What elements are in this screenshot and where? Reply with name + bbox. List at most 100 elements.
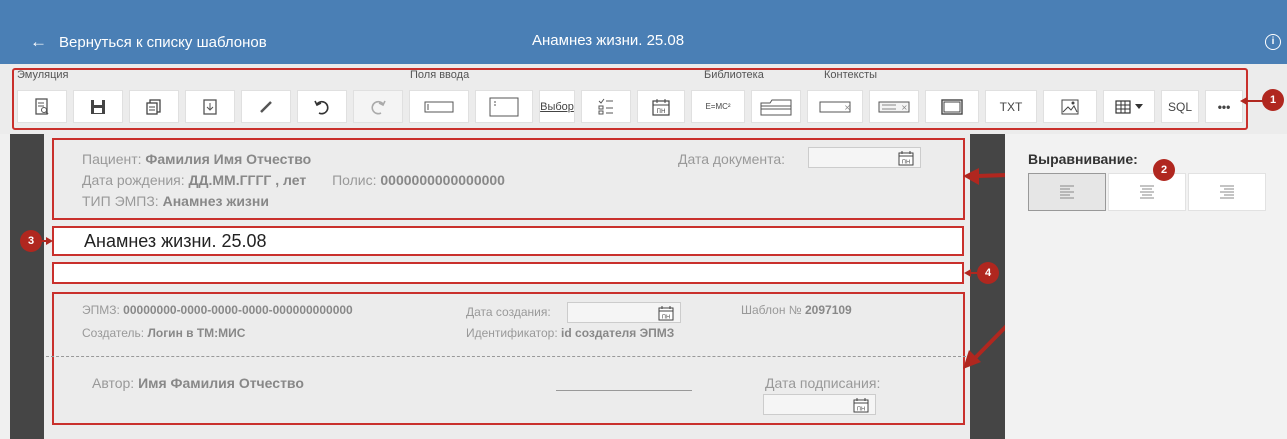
template-value: 2097109 [805,303,852,317]
context-field-icon: × [819,101,851,112]
template-number-line: Шаблон № 2097109 [741,303,852,317]
table-button[interactable] [1103,90,1155,123]
txt-button[interactable]: TXT [985,90,1037,123]
info-icon[interactable]: i [1265,34,1281,50]
align-right-button[interactable] [1188,173,1266,211]
textarea-icon [489,97,519,116]
group-label-contexts: Контексты [824,69,878,81]
select-field-button[interactable]: Выбор [539,90,575,123]
type-value: Анамнез жизни [162,193,269,209]
creator-value: Логин в ТМ:МИС [147,326,246,340]
align-right-icon [1220,185,1234,199]
text-field-button[interactable] [409,90,469,123]
policy-value: 0000000000000000 [380,172,505,188]
document-subtitle-input[interactable] [52,262,964,284]
created-date-field[interactable]: ПН [567,302,681,323]
group-label-library: Библиотека [704,69,764,81]
align-center-button[interactable] [1108,173,1186,211]
doc-date-field[interactable]: ПН [808,147,921,168]
back-to-templates-link[interactable]: ← Вернуться к списку шаблонов [30,32,267,52]
svg-text:ПН: ПН [656,108,665,115]
callout-marker-2: 2 [1153,159,1175,181]
document-download-icon [203,98,217,115]
app-header: ← Вернуться к списку шаблонов Анамнез жи… [0,0,1287,64]
patient-label: Пациент: [82,151,142,167]
doc-date-label: Дата документа: [678,151,786,167]
identifier-label: Идентификатор: [466,326,558,340]
author-value: Имя Фамилия Отчество [138,375,304,391]
type-line: ТИП ЭМПЗ: Анамнез жизни [82,193,269,209]
edit-button[interactable] [241,90,291,123]
patient-value: Фамилия Имя Отчество [145,151,312,167]
patient-line: Пациент: Фамилия Имя Отчество [82,151,311,167]
document-title-input[interactable]: Анамнез жизни. 25.08 [52,226,964,256]
svg-text:ПН: ПН [857,407,865,413]
copy-button[interactable] [129,90,179,123]
group-label-input-fields: Поля ввода [410,69,470,81]
birth-value: ДД.ММ.ГГГГ , лет [188,172,307,188]
checklist-button[interactable] [581,90,631,123]
creator-label: Создатель: [82,326,145,340]
save-button[interactable] [73,90,123,123]
calendar-icon: ПН [658,306,674,321]
alignment-label: Выравнивание: [1028,151,1138,167]
more-options-button[interactable]: ••• [1205,90,1243,123]
undo-button[interactable] [297,90,347,123]
callout-marker-1: 1 [1262,89,1284,111]
align-left-icon [1060,185,1074,199]
left-gutter [0,134,10,439]
template-label: Шаблон № [741,303,802,317]
empz-line: ЭПМЗ: 00000000-0000-0000-0000-0000000000… [82,303,353,317]
back-label: Вернуться к списку шаблонов [59,33,267,51]
type-label: ТИП ЭМПЗ: [82,193,159,209]
author-label: Автор: [92,375,135,391]
svg-text:ПН: ПН [902,160,910,166]
table-icon [1115,99,1131,114]
align-left-button[interactable] [1028,173,1106,211]
identifier-line: Идентификатор: id создателя ЭПМЗ [466,326,674,340]
document-search-icon [35,97,49,115]
policy-label: Полис: [332,172,377,188]
identifier-value: id создателя ЭПМЗ [561,326,675,340]
calendar-icon: ПН [853,398,869,413]
export-button[interactable] [185,90,235,123]
footer-divider [46,356,966,357]
sign-date-label: Дата подписания: [765,375,881,391]
formula-button[interactable]: E=MC² [691,90,745,123]
empz-value: 00000000-0000-0000-0000-000000000000 [123,303,353,317]
sign-date-field[interactable]: ПН [763,394,876,415]
signature-line [556,390,692,391]
copy-icon [146,98,161,115]
empz-label: ЭПМЗ: [82,303,120,317]
frame-block-button[interactable] [925,90,979,123]
toolbar: Эмуляция Поля ввода Библиотека Контексты… [0,64,1287,134]
date-field-button[interactable]: ПН [637,90,685,123]
image-button[interactable] [1043,90,1097,123]
redo-button[interactable] [353,90,403,123]
context-field-button[interactable]: × [807,90,863,123]
page-title: Анамнез жизни. 25.08 [532,32,685,49]
image-icon [1061,99,1079,114]
emulate-preview-button[interactable] [17,90,67,123]
align-center-icon [1140,185,1154,199]
sql-button[interactable]: SQL [1161,90,1199,123]
caret-down-icon [1135,103,1143,109]
svg-text:ПН: ПН [662,315,670,321]
author-line: Автор: Имя Фамилия Отчество [92,375,304,391]
created-date-label: Дата создания: [466,305,551,319]
multiline-field-button[interactable] [475,90,533,123]
svg-text:×: × [901,103,908,112]
callout-marker-3: 3 [20,230,42,252]
text-field-icon [424,101,454,112]
birth-line: Дата рождения: ДД.ММ.ГГГГ , лет Полис: 0… [82,172,505,188]
library-block-button[interactable] [751,90,801,123]
redo-icon [371,100,386,114]
folder-window-icon [760,99,792,115]
svg-text:×: × [844,103,851,112]
context-text-button[interactable]: × [869,90,919,123]
callout-marker-4: 4 [977,262,999,284]
calendar-icon: ПН [652,98,670,116]
birth-label: Дата рождения: [82,172,185,188]
arrow-left-icon: ← [30,32,47,51]
checklist-icon [598,98,613,114]
